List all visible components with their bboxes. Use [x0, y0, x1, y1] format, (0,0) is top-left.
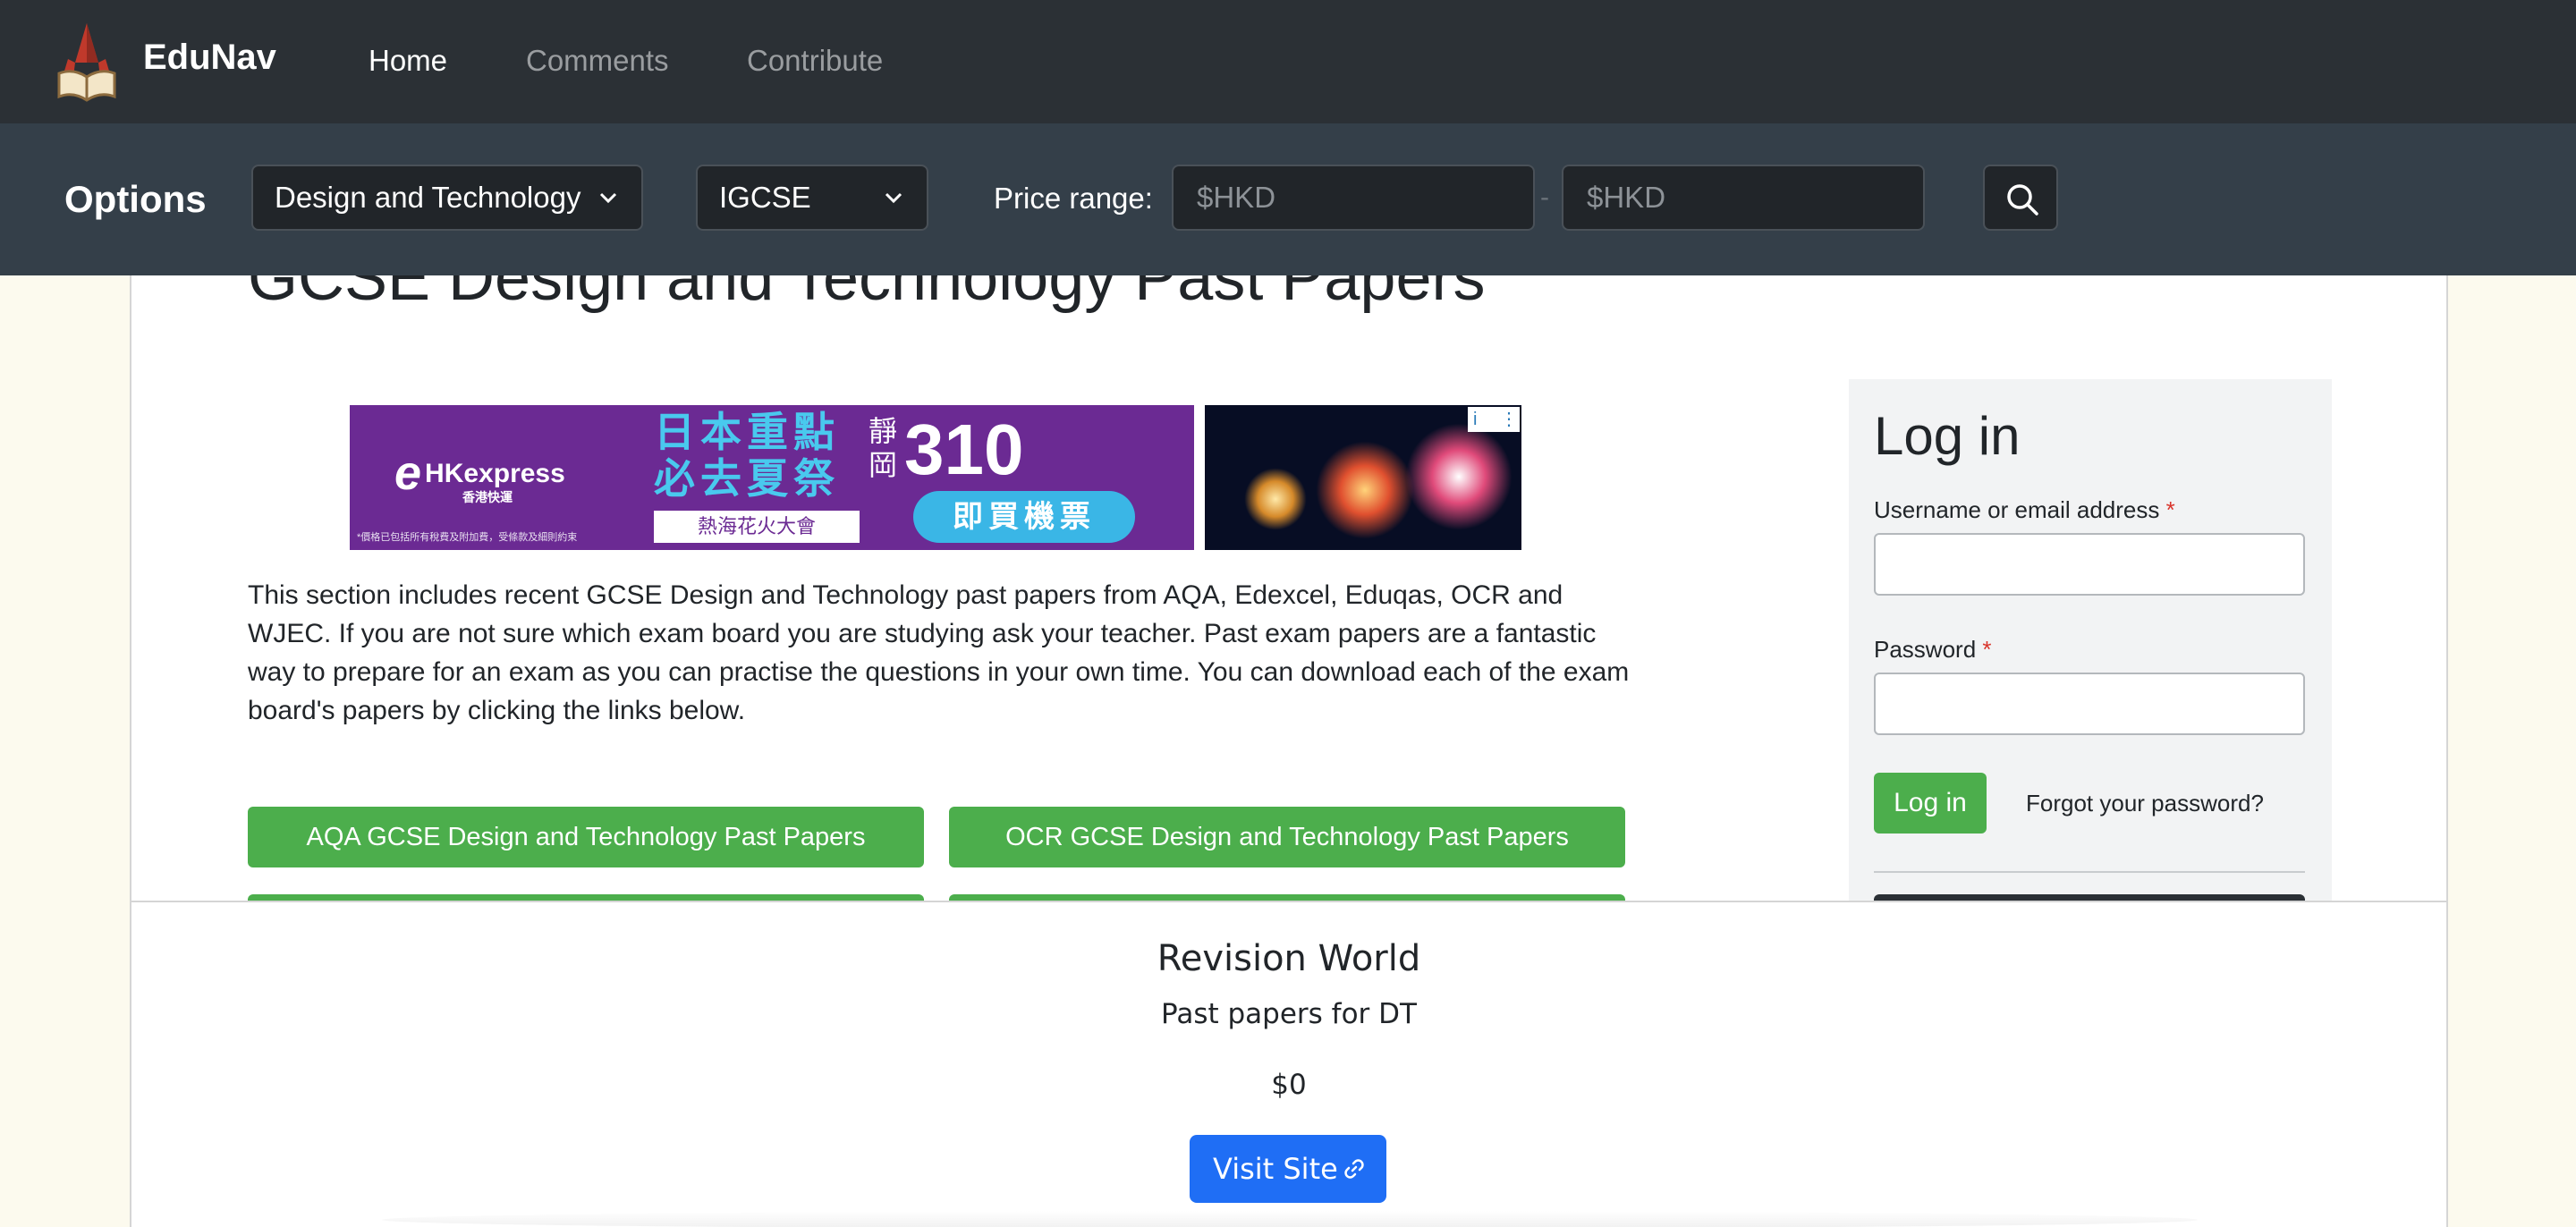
link-icon [1344, 1159, 1364, 1179]
ad-creative: e HKexpress 香港快運 日本重點 必去夏祭 熱海花火大會 靜岡 310 即… [350, 405, 1194, 550]
level-select[interactable]: IGCSE [696, 165, 928, 231]
page-title: GCSE Design and Technology Past Papers [248, 275, 1486, 314]
top-navbar: EduNav Home Comments Contribute [0, 0, 2576, 123]
price-separator: - [1540, 182, 1549, 212]
ad-fine-print: *價格已包括所有稅費及附加費，受條款及細則約束 [357, 532, 578, 543]
required-mark: * [1982, 636, 1992, 663]
ad-headline-line-1: 日本重點 [654, 409, 840, 455]
nav-link-comments[interactable]: Comments [526, 43, 669, 79]
ad-banner[interactable]: e HKexpress 香港快運 日本重點 必去夏祭 熱海花火大會 靜岡 310 即… [350, 405, 1521, 550]
brand-name[interactable]: EduNav [143, 36, 276, 79]
login-divider [1874, 871, 2305, 873]
site-name: Revision World [1157, 938, 1421, 979]
ad-brand: e HKexpress 香港快運 [394, 449, 565, 504]
ad-choices[interactable]: i ⋮ [1468, 407, 1520, 432]
ad-firework-image [1405, 423, 1513, 530]
price-range-label: Price range: [994, 182, 1153, 215]
subject-select-value: Design and Technology [275, 181, 581, 214]
options-bar: Options Design and Technology IGCSE Pric… [0, 123, 2576, 275]
chevron-down-icon [599, 192, 617, 204]
price-min-input[interactable] [1172, 165, 1535, 231]
password-label: Password * [1874, 635, 1992, 664]
options-title: Options [64, 178, 207, 220]
ocr-papers-button[interactable]: OCR GCSE Design and Technology Past Pape… [949, 807, 1625, 867]
main-content: GCSE Design and Technology Past Papers e… [130, 275, 2448, 901]
aqa-papers-button[interactable]: AQA GCSE Design and Technology Past Pape… [248, 807, 924, 867]
nav-link-contribute[interactable]: Contribute [747, 43, 883, 79]
login-panel: Log in Username or email address * Passw… [1849, 379, 2332, 901]
username-input[interactable] [1874, 533, 2305, 596]
ad-firework-image [1244, 468, 1307, 530]
level-select-value: IGCSE [719, 181, 811, 214]
site-description: Past papers for DT [1161, 998, 1417, 1030]
ad-brand-mark: e [394, 446, 422, 500]
nav-link-home[interactable]: Home [369, 43, 447, 79]
ad-brand-name: HKexpress [425, 459, 565, 488]
ad-price: 310 [904, 410, 1024, 489]
price-max-input[interactable] [1562, 165, 1925, 231]
ad-headline-line-2: 必去夏祭 [654, 455, 840, 502]
site-card: Revision World Past papers for DT $0 Vis… [130, 901, 2448, 1227]
username-label-text: Username or email address [1874, 496, 2160, 523]
brand-logo-icon[interactable] [55, 21, 118, 102]
ad-price-prefix: 靜岡 [869, 415, 898, 481]
subject-select[interactable]: Design and Technology [251, 165, 643, 231]
search-icon [2007, 184, 2038, 216]
ad-firework-image [1316, 441, 1414, 539]
username-label: Username or email address * [1874, 495, 2175, 524]
password-label-text: Password [1874, 636, 1977, 663]
required-mark: * [2165, 496, 2175, 523]
ad-divider [1194, 405, 1205, 550]
forgot-password-link[interactable]: Forgot your password? [2026, 789, 2264, 817]
login-button[interactable]: Log in [1874, 773, 1987, 834]
ad-info-icon[interactable]: i [1473, 409, 1477, 430]
intro-paragraph: This section includes recent GCSE Design… [248, 580, 1630, 725]
ad-menu-icon[interactable]: ⋮ [1500, 409, 1518, 430]
ad-headline: 日本重點 必去夏祭 [654, 409, 840, 502]
ad-subtitle: 熱海花火大會 [654, 511, 860, 543]
site-price: $0 [1271, 1069, 1307, 1101]
login-title: Log in [1874, 406, 2021, 466]
ad-cta-button[interactable]: 即買機票 [913, 491, 1135, 543]
card-shadow [382, 1211, 2198, 1227]
visit-site-button[interactable]: Visit Site [1190, 1135, 1386, 1203]
password-input[interactable] [1874, 673, 2305, 735]
chevron-down-icon [885, 192, 902, 204]
search-button[interactable] [1983, 165, 2058, 231]
visit-site-label: Visit Site [1213, 1152, 1338, 1186]
